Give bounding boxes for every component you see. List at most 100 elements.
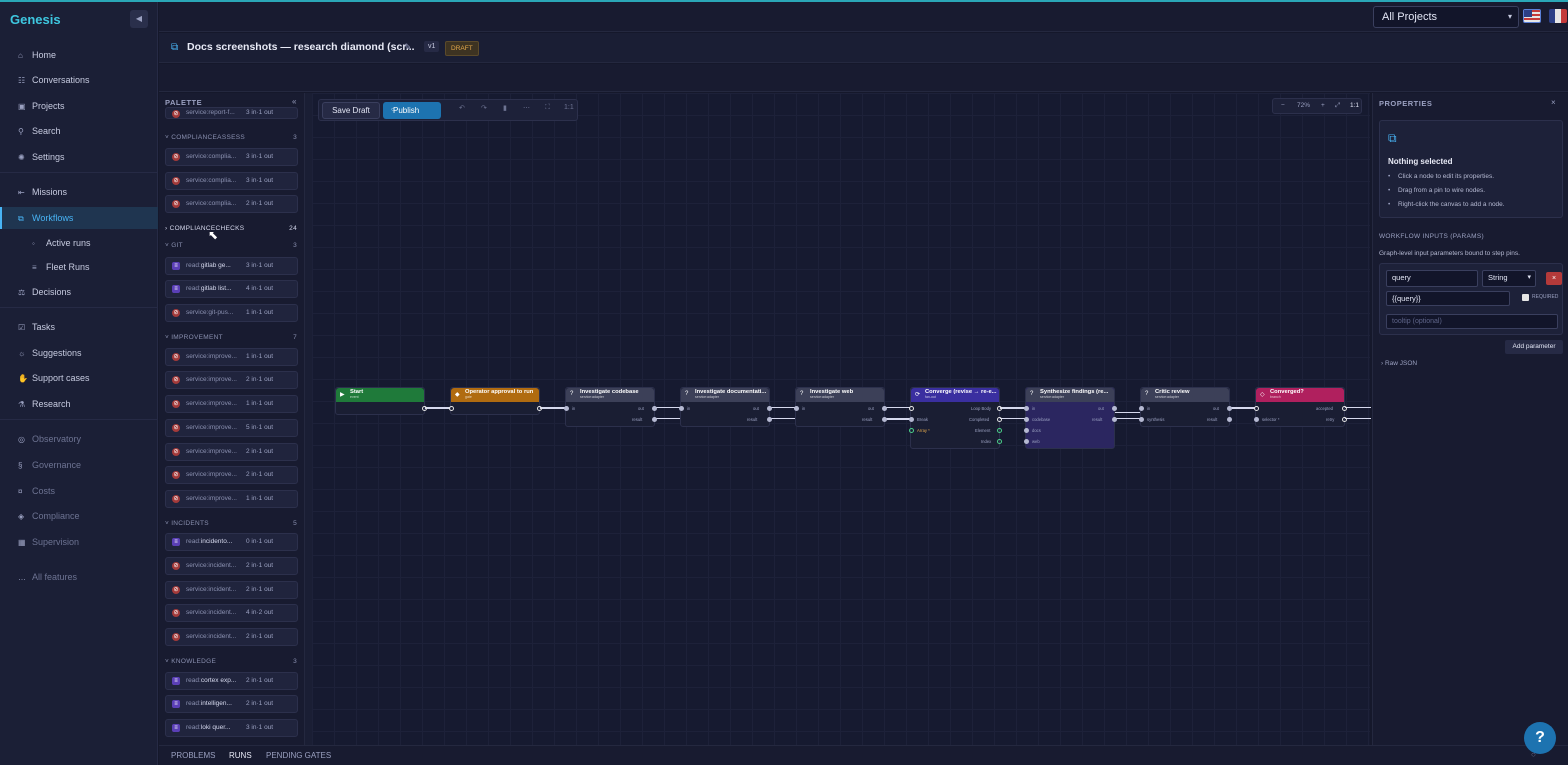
node-start[interactable]: ▶ Start event <box>335 387 427 415</box>
palette-category-complianceassess[interactable]: ˅ COMPLIANCEASSESS 3 <box>165 134 297 146</box>
nav-supervision[interactable]: ▦ Supervision <box>0 531 158 553</box>
delete-param-button[interactable]: × <box>1546 272 1562 285</box>
close-icon[interactable]: × <box>1551 98 1556 107</box>
output-pin[interactable] <box>1112 406 1117 411</box>
nav-suggestions[interactable]: ☼ Suggestions <box>0 342 158 364</box>
output-pin[interactable] <box>1227 417 1232 422</box>
output-pin[interactable] <box>1112 417 1117 422</box>
node-synthesize-findings[interactable]: ? Synthesize findings (re... service:adapt… <box>1024 387 1117 449</box>
input-pin[interactable] <box>909 428 914 433</box>
input-pin[interactable] <box>1024 417 1029 422</box>
add-parameter-button[interactable]: Add parameter <box>1505 340 1563 354</box>
output-pin[interactable] <box>997 417 1002 422</box>
output-pin[interactable] <box>767 417 772 422</box>
nav-observatory[interactable]: ◎ Observatory <box>0 428 158 450</box>
palette-item[interactable]: ⊘ service:incident... 2 in·1 out <box>165 557 298 575</box>
palette-item[interactable]: ⊘ service:incident... 2 in·1 out <box>165 581 298 599</box>
wire[interactable] <box>770 418 796 419</box>
wire[interactable] <box>1348 407 1368 408</box>
param-binding-input[interactable]: {{query}} <box>1386 291 1510 306</box>
publish-button[interactable]: ○ Publish <box>383 102 441 119</box>
tab-problems[interactable]: PROBLEMS <box>171 751 215 760</box>
fr-flag-icon[interactable] <box>1549 9 1567 23</box>
us-flag-icon[interactable] <box>1523 9 1541 23</box>
more-icon[interactable]: ⋯ <box>523 104 530 112</box>
palette-item[interactable]: ≡ read:incidento... 0 in·1 out <box>165 533 298 551</box>
input-pin[interactable] <box>909 406 914 411</box>
wire[interactable] <box>1345 418 1371 419</box>
palette-item[interactable]: ≡ read:loki quer... 3 in·1 out <box>165 719 298 737</box>
wire[interactable] <box>1000 407 1026 409</box>
save-draft-button[interactable]: Save Draft <box>322 102 380 119</box>
nav-support-cases[interactable]: ✋ Support cases <box>0 367 158 389</box>
palette-item[interactable]: ⊘ service:improve... 1 in·1 out <box>165 395 298 413</box>
palette-item[interactable]: ≡ read:gitlab list... 4 in·1 out <box>165 280 298 298</box>
output-pin[interactable] <box>1227 406 1232 411</box>
help-button[interactable]: ? <box>1524 722 1556 754</box>
nav-settings[interactable]: ✺ Settings <box>0 146 158 168</box>
wire[interactable] <box>885 418 911 420</box>
wire[interactable] <box>885 407 911 408</box>
delete-icon[interactable]: ▮ <box>503 104 507 112</box>
input-pin[interactable] <box>909 417 914 422</box>
input-pin[interactable] <box>1024 406 1029 411</box>
tab-runs[interactable]: RUNS <box>229 751 252 760</box>
input-pin[interactable] <box>564 406 569 411</box>
nav-governance[interactable]: § Governance <box>0 454 158 476</box>
palette-item[interactable]: ⊘ service:complia... 3 in·1 out <box>165 148 298 166</box>
brand-logo[interactable]: Genesis <box>10 12 61 27</box>
palette-item[interactable]: ⊘ service:improve... 1 in·1 out <box>165 348 298 366</box>
output-pin[interactable] <box>882 406 887 411</box>
nav-active-runs[interactable]: ◦ Active runs <box>0 232 158 254</box>
nav-projects[interactable]: ▣ Projects <box>0 95 158 117</box>
palette-item[interactable]: ⊘ service:improve... 2 in·1 out <box>165 371 298 389</box>
wire[interactable] <box>655 418 681 419</box>
palette-item[interactable]: ⊘ service:improve... 2 in·1 out <box>165 466 298 484</box>
palette-item[interactable]: ≡ read:cortex exp... 2 in·1 out <box>165 672 298 690</box>
zoom-in-icon[interactable]: + <box>1321 99 1325 113</box>
output-pin[interactable] <box>997 406 1002 411</box>
wire[interactable] <box>655 407 681 408</box>
zoom-reset-button[interactable]: 1:1 <box>1350 99 1359 113</box>
palette-item[interactable]: ⊘ service:improve... 2 in·1 out <box>165 443 298 461</box>
nav-workflows[interactable]: ⧉ Workflows <box>0 207 158 229</box>
output-pin[interactable] <box>767 406 772 411</box>
tab-pending-gates[interactable]: PENDING GATES <box>266 751 331 760</box>
project-select[interactable]: All Projects ▾ <box>1373 6 1519 28</box>
output-pin[interactable] <box>652 417 657 422</box>
nav-compliance[interactable]: ◈ Compliance <box>0 505 158 527</box>
input-pin[interactable] <box>449 406 454 411</box>
node-investigate-documentation[interactable]: ? Investigate documentati... service:adapt… <box>679 387 772 427</box>
nav-tasks[interactable]: ☑ Tasks <box>0 316 158 338</box>
param-name-input[interactable]: query <box>1386 270 1478 287</box>
nav-all-features[interactable]: … All features <box>0 566 158 588</box>
palette-category-git[interactable]: ˅ GIT 3 <box>165 242 297 254</box>
redo-icon[interactable]: ↷ <box>481 104 487 112</box>
fullscreen-icon[interactable]: ⛶ <box>545 104 550 112</box>
node-investigate-web[interactable]: ? Investigate web service:adapter in out r… <box>794 387 887 427</box>
nav-decisions[interactable]: ⚖ Decisions <box>0 281 158 303</box>
nav-search[interactable]: ⚲ Search <box>0 120 158 142</box>
output-pin[interactable] <box>1342 406 1347 411</box>
zoom-out-icon[interactable]: − <box>1281 99 1285 113</box>
node-critic-review[interactable]: ? Critic review service:adapter in synthes… <box>1139 387 1232 427</box>
output-pin[interactable] <box>997 439 1002 444</box>
input-pin[interactable] <box>1139 417 1144 422</box>
wire[interactable] <box>540 407 566 409</box>
input-pin[interactable] <box>1254 406 1259 411</box>
wire[interactable] <box>1230 407 1256 409</box>
undo-icon[interactable]: ↶ <box>459 104 465 112</box>
input-pin[interactable] <box>679 406 684 411</box>
palette-item[interactable]: ≡ read:gitlab ge... 3 in·1 out <box>165 257 298 275</box>
palette-item[interactable]: ≡ read:intelligen... 2 in·1 out <box>165 695 298 713</box>
palette-category-compliancechecks[interactable]: › COMPLIANCECHECKS 24 <box>165 225 297 237</box>
raw-json-toggle[interactable]: › Raw JSON <box>1381 360 1417 367</box>
palette-item[interactable]: ⊘ service:improve... 1 in·1 out <box>165 490 298 508</box>
palette-item[interactable]: ⊘ service:improve... 5 in·1 out <box>165 419 298 437</box>
nav-research[interactable]: ⚗ Research <box>0 393 158 415</box>
output-pin[interactable] <box>997 428 1002 433</box>
node-converge[interactable]: ⟳ Converge (revise → re-e... fan-out Break… <box>909 387 1002 449</box>
node-investigate-codebase[interactable]: ? Investigate codebase service:adapter in … <box>564 387 657 427</box>
output-pin[interactable] <box>652 406 657 411</box>
wire[interactable] <box>770 407 796 408</box>
